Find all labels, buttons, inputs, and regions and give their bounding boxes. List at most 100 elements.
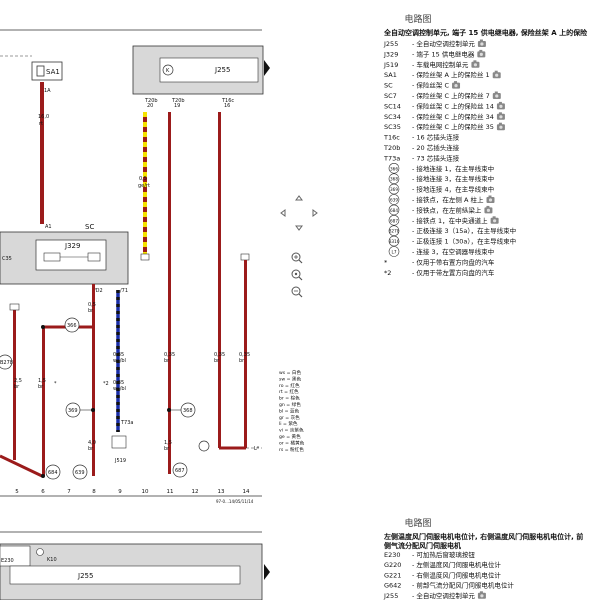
zoom-out-icon[interactable]: [291, 286, 303, 298]
legend-item: 687 - 接铁点 1，在中央通道上: [388, 215, 499, 226]
pan-right-icon[interactable]: [312, 209, 318, 217]
color-key-entry: bl = 蓝色: [279, 407, 300, 414]
legend-item: L7 - 连接 3，在空调器导线束中: [388, 246, 494, 257]
legend-code: 687: [390, 218, 398, 223]
legend-text: - 右侧温度风门伺服电机电位计: [412, 570, 501, 579]
pan-control: [280, 195, 318, 231]
legend-code: G221: [384, 571, 401, 579]
wire-gerot-size: 0,5: [139, 176, 147, 182]
legend-text: - 正极连接 3（15a），在主导线束中: [412, 226, 516, 235]
camera-icon[interactable]: [477, 39, 486, 48]
legend-code: B316: [389, 239, 400, 244]
page-header: 电路图: [404, 13, 431, 25]
lower-legend-item: E230 - 可加热后窗玻璃按钮: [384, 550, 475, 559]
legend-text: - 保险丝架 C: [412, 81, 449, 90]
pan-up-icon[interactable]: [295, 195, 303, 201]
wire-gerot-end: [140, 253, 150, 261]
legend-text: - 仅用于带左置方向盘的汽车: [412, 268, 495, 277]
t73a-label: T73a: [120, 420, 133, 426]
column-number-row: 5 6 7 8 9 10 11 12 13 14: [15, 489, 250, 495]
junction-dot-col8: [91, 408, 95, 412]
camera-icon[interactable]: [496, 101, 505, 110]
legend-item: SC34 - 保险丝架 C 上的保险丝 34: [384, 112, 505, 121]
t20b-19: T20b 19: [171, 98, 185, 109]
star2-marker: *2: [103, 381, 109, 387]
ground-369: 369: [68, 408, 78, 414]
diagram-footer-code: 97-0...14/05/11/14: [216, 499, 254, 504]
conn-l7-circle: [198, 440, 210, 452]
legend-text: - 端子 15 供电继电器: [412, 49, 475, 58]
wire-main-size: 16,0: [38, 114, 49, 120]
lower-e230-label: E230: [1, 558, 14, 564]
legend-item: 369 - 接地连接 4，在主导线束中: [388, 183, 494, 195]
legend-code: SC35: [384, 123, 401, 131]
pan-down-icon[interactable]: [295, 225, 303, 231]
camera-icon[interactable]: [492, 70, 501, 79]
legend-code: T73a: [383, 154, 400, 162]
ground-687: 687: [175, 468, 185, 474]
fuse-sa1-symbol: [36, 65, 45, 77]
legend-code: 369: [390, 187, 398, 192]
camera-icon[interactable]: [496, 122, 505, 131]
legend-text: - 车载电网控制单元: [412, 60, 469, 69]
lower-k10-label: K10: [47, 557, 57, 563]
color-key-entry: gn = 绿色: [279, 401, 301, 408]
zoom-in-icon[interactable]: [291, 252, 303, 264]
wire-label: 0,35 ws/bl: [113, 352, 126, 364]
legend-code: SC34: [384, 113, 401, 121]
legend-code: 368: [390, 177, 398, 182]
legend-code: 366: [390, 166, 398, 171]
legend-code: B278: [389, 229, 400, 234]
camera-icon[interactable]: [490, 216, 499, 224]
sa1-pin: 1A: [44, 88, 51, 94]
b278-label: B278: [0, 360, 13, 366]
legend-item: SC7 - 保险丝架 C 上的保险丝 7: [384, 91, 501, 100]
ground-366: 366: [67, 323, 77, 329]
j255-expand-arrow[interactable]: [264, 60, 270, 76]
color-key-entry: gr = 灰色: [279, 414, 300, 421]
legend-code: SC: [384, 82, 393, 90]
legend-title: 全自动空调控制单元, 端子 15 供电继电器, 保险丝架 A 上的保险: [383, 28, 588, 37]
sc-label: SC: [85, 223, 94, 231]
pin-d2: /D2: [94, 288, 103, 294]
lower-legend-item: J255 - 全自动空调控制单元: [383, 591, 486, 600]
legend-code: 639: [390, 198, 398, 203]
legend-text: - 保险丝架 C 上的保险丝 35: [412, 122, 494, 131]
color-key-entry: ro = 红色: [279, 382, 300, 389]
zoom-fit-icon[interactable]: [291, 269, 303, 281]
wire-col14-top: [240, 253, 250, 261]
j329-pin-a1: A1: [45, 224, 52, 230]
sc35-label: C35: [2, 256, 12, 262]
wire-color-key: ws = 白色sw = 黑色ro = 红色rt = 红色br = 棕色gn = …: [279, 369, 305, 453]
legend-item: SC - 保险丝架 C: [384, 81, 461, 90]
lower-expand-arrow[interactable]: [264, 564, 270, 580]
t16c-16: T16c 16: [221, 98, 234, 109]
camera-icon[interactable]: [486, 195, 495, 204]
legend-item: SC35 - 保险丝架 C 上的保险丝 35: [384, 122, 505, 131]
conn-l7b: L*: [254, 446, 260, 452]
j329-coil: [43, 252, 61, 262]
legend-text: - 全自动空调控制单元: [412, 39, 475, 48]
legend-text: - 左侧温度风门伺服电机电位计: [412, 560, 501, 569]
camera-icon[interactable]: [492, 91, 501, 100]
lower-legend-item: G220 - 左侧温度风门伺服电机电位计: [384, 560, 501, 569]
camera-icon[interactable]: [484, 205, 493, 214]
column-number: 12: [192, 489, 199, 495]
legend-item: J519 - 车载电网控制单元: [383, 60, 480, 69]
column-number: 7: [67, 489, 71, 495]
legend-item: J329 - 端子 15 供电继电器: [383, 49, 486, 58]
legend-text: - 连接 3，在空调器导线束中: [412, 247, 494, 256]
legend-code: T20b: [383, 144, 400, 152]
camera-icon[interactable]: [496, 112, 505, 120]
camera-icon[interactable]: [477, 591, 486, 599]
legend-text: - 仅用于带右置方向盘的汽车: [412, 257, 495, 266]
pan-left-icon[interactable]: [280, 209, 286, 217]
legend-code: SC7: [384, 92, 397, 100]
camera-icon[interactable]: [477, 49, 486, 58]
legend-code: *: [384, 258, 388, 266]
camera-icon[interactable]: [452, 81, 461, 89]
wire-gerot-color: ge/rt: [138, 183, 150, 189]
legend-item: 639 - 接铁点，在左侧 A 柱上: [388, 194, 495, 205]
legend-text: - 16 芯插头连接: [412, 133, 460, 142]
camera-icon[interactable]: [471, 60, 480, 68]
